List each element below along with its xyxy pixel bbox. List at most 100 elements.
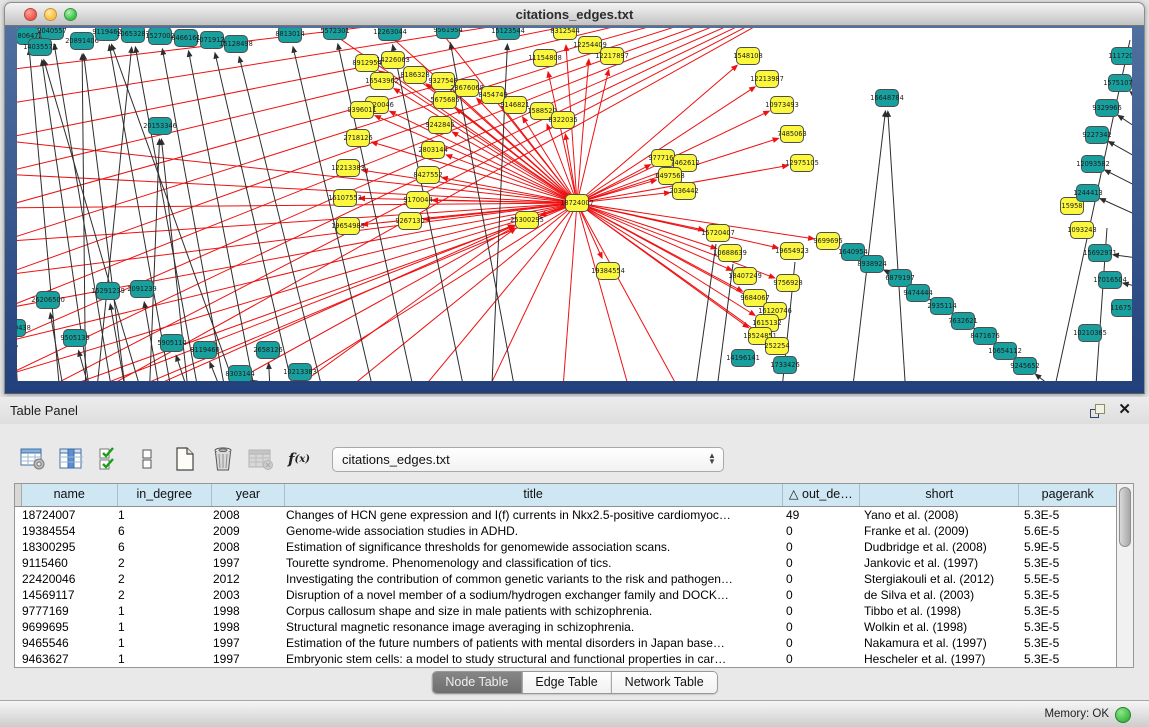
network-node[interactable]: 5675685 bbox=[430, 92, 459, 109]
network-node[interactable]: 9505139 bbox=[60, 330, 89, 347]
table-cell[interactable]: 2008 bbox=[206, 507, 279, 523]
network-node[interactable]: 9561954 bbox=[433, 28, 462, 39]
table-cell[interactable]: 0 bbox=[779, 619, 857, 635]
network-node[interactable]: 2718126 bbox=[343, 130, 372, 147]
network-node[interactable]: 1093243 bbox=[1067, 222, 1096, 239]
column-header-6[interactable]: pagerank bbox=[1019, 484, 1116, 506]
clear-cells-icon[interactable] bbox=[132, 444, 162, 474]
network-node[interactable]: 12213987 bbox=[750, 71, 784, 88]
table-row[interactable]: 946554611997Estimation of the future num… bbox=[15, 635, 1116, 651]
table-cell[interactable]: 0 bbox=[779, 603, 857, 619]
column-header-0[interactable]: name bbox=[22, 484, 118, 506]
table-cell[interactable]: Yano et al. (2008) bbox=[857, 507, 1017, 523]
close-icon[interactable]: ✕ bbox=[1118, 401, 1131, 419]
table-cell[interactable]: 5.9E-5 bbox=[1017, 539, 1114, 555]
table-cell[interactable]: 1 bbox=[111, 651, 206, 667]
table-cell[interactable]: 1997 bbox=[206, 555, 279, 571]
table-cell[interactable]: Tourette syndrome. Phenomenology and cla… bbox=[279, 555, 779, 571]
table-cell[interactable]: 1998 bbox=[206, 603, 279, 619]
delete-table-icon[interactable] bbox=[208, 444, 238, 474]
table-cell[interactable]: 1 bbox=[111, 507, 206, 523]
network-node[interactable]: 10688639 bbox=[713, 245, 747, 262]
network-node[interactable]: 17016504 bbox=[1093, 272, 1127, 289]
network-node[interactable]: 15720407 bbox=[701, 225, 735, 242]
table-cell[interactable]: 9777169 bbox=[15, 603, 111, 619]
table-row[interactable]: 946362711997Embryonic stem cells: a mode… bbox=[15, 651, 1116, 667]
network-node[interactable]: 9267130 bbox=[395, 213, 424, 230]
network-node[interactable]: 10654112 bbox=[988, 343, 1022, 360]
table-cell[interactable]: 0 bbox=[779, 651, 857, 667]
table-cell[interactable]: 5.5E-5 bbox=[1017, 571, 1114, 587]
table-cell[interactable]: 49 bbox=[779, 507, 857, 523]
table-cell[interactable]: 2003 bbox=[206, 587, 279, 603]
network-node[interactable]: 18407249 bbox=[728, 268, 762, 285]
table-cell[interactable]: de Silva et al. (2003) bbox=[857, 587, 1017, 603]
table-cell[interactable]: 0 bbox=[779, 523, 857, 539]
table-cell[interactable]: Genome-wide association studies in ADHD. bbox=[279, 523, 779, 539]
column-header-5[interactable]: short bbox=[860, 484, 1019, 506]
network-node[interactable]: 9329966 bbox=[1092, 100, 1121, 117]
network-canvas[interactable]: 8806472204055714035573208914069119462106… bbox=[17, 28, 1132, 381]
table-settings-icon[interactable] bbox=[18, 444, 48, 474]
table-cell[interactable]: 5.3E-5 bbox=[1017, 619, 1114, 635]
scrollbar-thumb[interactable] bbox=[1119, 487, 1131, 547]
network-node[interactable]: 19384554 bbox=[591, 263, 625, 280]
tab-edge-table[interactable]: Edge Table bbox=[521, 672, 610, 693]
network-node[interactable]: 9245652 bbox=[1010, 358, 1039, 375]
tab-network-table[interactable]: Network Table bbox=[611, 672, 717, 693]
network-node[interactable]: 8186328 bbox=[400, 67, 429, 84]
network-node[interactable]: 10973493 bbox=[765, 97, 799, 114]
zoom-window-button[interactable] bbox=[64, 8, 77, 21]
table-selector-dropdown[interactable]: citations_edges.txt ▲▼ bbox=[332, 447, 724, 472]
table-cell[interactable]: 0 bbox=[779, 587, 857, 603]
function-builder-icon[interactable]: f(x) bbox=[284, 444, 314, 474]
table-cell[interactable]: 5.3E-5 bbox=[1017, 651, 1114, 667]
table-cell[interactable]: 1997 bbox=[206, 635, 279, 651]
table-cell[interactable]: 1997 bbox=[206, 651, 279, 667]
table-row[interactable]: 977716911998Corpus callosum shape and si… bbox=[15, 603, 1116, 619]
network-node[interactable]: 2935114 bbox=[927, 298, 956, 315]
network-node[interactable]: 1733426 bbox=[770, 357, 799, 374]
table-row[interactable]: 1456911722003Disruption of a novel membe… bbox=[15, 587, 1116, 603]
network-node[interactable]: 9119460 bbox=[190, 342, 219, 359]
table-cell[interactable]: 9115460 bbox=[15, 555, 111, 571]
table-cell[interactable]: Disruption of a novel member of a sodium… bbox=[279, 587, 779, 603]
network-node[interactable]: 6497568 bbox=[655, 168, 684, 185]
tab-node-table[interactable]: Node Table bbox=[432, 672, 521, 693]
column-select-icon[interactable] bbox=[56, 444, 86, 474]
network-node[interactable]: 5905114 bbox=[157, 335, 186, 352]
network-node[interactable]: 19654923 bbox=[775, 243, 809, 260]
network-node[interactable]: 15123544 bbox=[491, 28, 525, 40]
network-node[interactable]: 26206500 bbox=[31, 292, 65, 309]
network-node[interactable]: 8312544 bbox=[550, 28, 579, 40]
table-row[interactable]: 2242004622012Investigating the contribut… bbox=[15, 571, 1116, 587]
network-node[interactable]: 2658126 bbox=[253, 342, 282, 359]
network-node[interactable]: 15692971 bbox=[1083, 245, 1117, 262]
table-cell[interactable]: 19384554 bbox=[15, 523, 111, 539]
network-node[interactable]: 12213383 bbox=[331, 160, 365, 177]
network-node[interactable]: 8471676 bbox=[970, 328, 999, 345]
table-cell[interactable]: 5.3E-5 bbox=[1017, 587, 1114, 603]
table-cell[interactable]: Changes of HCN gene expression and I(f) … bbox=[279, 507, 779, 523]
table-cell[interactable]: 5.6E-5 bbox=[1017, 523, 1114, 539]
network-node[interactable]: 1548108 bbox=[733, 48, 762, 65]
column-header-4[interactable]: △ out_de… bbox=[783, 484, 861, 506]
network-node[interactable]: 252254 bbox=[764, 338, 789, 355]
network-node[interactable]: 9242845 bbox=[425, 117, 454, 134]
table-cell[interactable]: Stergiakouli et al. (2012) bbox=[857, 571, 1017, 587]
network-node[interactable]: 1527002 bbox=[145, 28, 174, 45]
table-cell[interactable]: 0 bbox=[779, 539, 857, 555]
network-node[interactable]: 5572301 bbox=[320, 28, 349, 40]
new-table-icon[interactable] bbox=[170, 444, 200, 474]
table-cell[interactable]: Estimation of significance thresholds fo… bbox=[279, 539, 779, 555]
table-cell[interactable]: 5.3E-5 bbox=[1017, 635, 1114, 651]
network-node[interactable]: 8322035 bbox=[548, 112, 577, 129]
table-cell[interactable]: 22420046 bbox=[15, 571, 111, 587]
table-cell[interactable]: Nakamura et al. (1997) bbox=[857, 635, 1017, 651]
table-cell[interactable]: Structural magnetic resonance image aver… bbox=[279, 619, 779, 635]
network-node[interactable]: 9146821 bbox=[500, 97, 529, 114]
network-node[interactable]: 13510438 bbox=[17, 320, 31, 337]
table-cell[interactable]: Investigating the contribution of common… bbox=[279, 571, 779, 587]
column-header-2[interactable]: year bbox=[212, 484, 285, 506]
table-cell[interactable]: 5.3E-5 bbox=[1017, 507, 1114, 523]
